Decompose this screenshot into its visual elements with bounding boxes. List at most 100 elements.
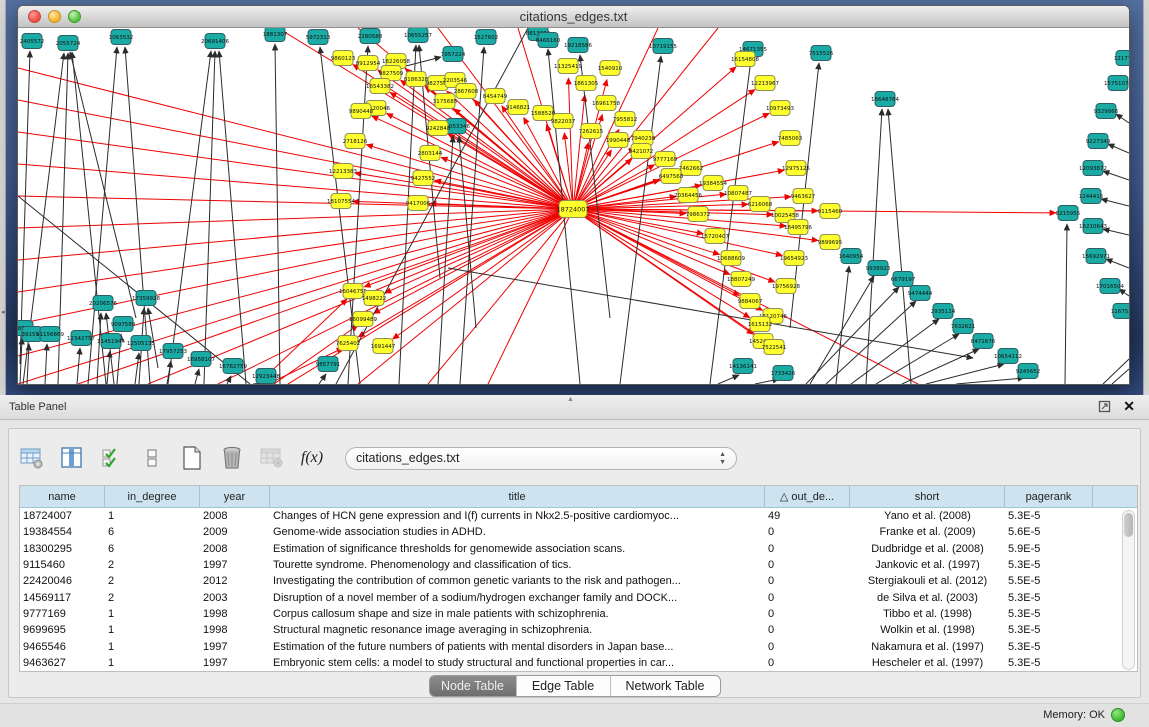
graph-node[interactable]: 12213967: [751, 76, 779, 91]
unselect-rows-icon[interactable]: [139, 445, 165, 471]
graph-edge[interactable]: [319, 374, 326, 384]
graph-node[interactable]: 1615132: [748, 317, 773, 332]
show-columns-icon[interactable]: [59, 445, 85, 471]
graph-edge[interactable]: [1116, 114, 1129, 123]
graph-node[interactable]: 16543382: [366, 79, 394, 94]
tab-edge-table[interactable]: Edge Table: [516, 675, 611, 697]
graph-node[interactable]: 9242848: [426, 121, 451, 136]
graph-node[interactable]: 19756928: [772, 279, 800, 294]
graph-node[interactable]: 19218586: [564, 38, 592, 53]
table-row[interactable]: 977716911998Corpus callosum shape and si…: [20, 606, 1137, 622]
table-row[interactable]: 1872400712008Changes of HCN gene express…: [20, 508, 1137, 524]
graph-node[interactable]: 2055724: [56, 36, 81, 51]
graph-node[interactable]: 1244415: [1079, 189, 1104, 204]
graph-node[interactable]: 5972313: [306, 30, 331, 45]
graph-node[interactable]: 9777169: [653, 152, 678, 167]
graph-node[interactable]: 15751074: [1104, 76, 1129, 91]
graph-node[interactable]: 9822037: [551, 114, 576, 129]
graph-edge[interactable]: [1106, 259, 1129, 268]
graph-node[interactable]: 12213383: [329, 164, 357, 179]
node-table[interactable]: namein_degreeyeartitle△ out_de...shortpa…: [19, 485, 1138, 672]
graph-edge[interactable]: [45, 344, 47, 384]
table-row[interactable]: 946362711997Embryonic stem cells: a mode…: [20, 655, 1137, 671]
graph-node[interactable]: 6216068: [748, 197, 773, 212]
graph-node[interactable]: 16154808: [731, 52, 759, 67]
function-builder-icon[interactable]: f(x): [299, 445, 325, 471]
graph-edge[interactable]: [902, 349, 979, 384]
graph-edge[interactable]: [406, 57, 441, 66]
new-table-icon[interactable]: [179, 445, 205, 471]
graph-node[interactable]: 10688609: [717, 251, 745, 266]
graph-node[interactable]: 6679197: [891, 272, 916, 287]
graph-node[interactable]: 18495796: [784, 220, 812, 235]
graph-node[interactable]: 19384554: [699, 176, 727, 191]
graph-node[interactable]: 20691406: [201, 34, 229, 49]
graph-node[interactable]: 1063532: [109, 30, 134, 45]
graph-node[interactable]: 9115460: [818, 204, 843, 219]
graph-node[interactable]: 9227349: [1086, 134, 1111, 149]
graph-node[interactable]: 8215955: [1056, 206, 1081, 221]
graph-node[interactable]: 1691447: [371, 339, 396, 354]
graph-edge[interactable]: [1065, 224, 1067, 384]
graph-node[interactable]: 18107554: [327, 194, 355, 209]
graph-node[interactable]: 1527602: [474, 30, 499, 45]
graph-node[interactable]: 1540910: [598, 61, 623, 76]
graph-node[interactable]: 10973493: [766, 101, 794, 116]
graph-node[interactable]: 9474444: [908, 286, 933, 301]
graph-edge[interactable]: [20, 51, 30, 364]
graph-node[interactable]: 9097588: [111, 317, 136, 332]
graph-node[interactable]: 9857791: [316, 357, 341, 372]
table-row[interactable]: 2242004622012Investigating the contribut…: [20, 573, 1137, 589]
graph-edge[interactable]: [580, 55, 610, 318]
graph-node[interactable]: 11325419: [554, 59, 582, 74]
delete-table-icon[interactable]: [219, 445, 245, 471]
graph-node[interactable]: 14136141: [729, 359, 757, 374]
float-panel-icon[interactable]: [1098, 400, 1111, 413]
graph-node[interactable]: 7986372: [686, 207, 711, 222]
collapse-arrow-icon[interactable]: ◂: [1, 308, 5, 316]
window-titlebar[interactable]: citations_edges.txt: [18, 6, 1129, 28]
graph-node[interactable]: 15720407: [701, 229, 729, 244]
graph-node[interactable]: 12505135: [127, 336, 155, 351]
graph-node[interactable]: 12975125: [782, 161, 810, 176]
graph-node[interactable]: 9884067: [738, 294, 763, 309]
graph-node[interactable]: 1861305: [574, 76, 599, 91]
graph-edge[interactable]: [275, 44, 280, 384]
graph-edge[interactable]: [97, 313, 101, 384]
graph-node[interactable]: 12923448: [252, 369, 280, 384]
graph-node[interactable]: 9245652: [1016, 364, 1041, 379]
graph-node[interactable]: 10655257: [404, 28, 432, 43]
graph-node[interactable]: 1498222: [362, 291, 387, 306]
select-all-rows-icon[interactable]: [99, 445, 125, 471]
close-panel-icon[interactable]: ✕: [1123, 398, 1135, 415]
graph-node[interactable]: 6497568: [659, 169, 684, 184]
graph-node[interactable]: 16958107: [187, 352, 215, 367]
graph-node[interactable]: 2405572: [20, 34, 45, 49]
table-row[interactable]: 1830029562008Estimation of significance …: [20, 541, 1137, 557]
column-header-1[interactable]: in_degree: [105, 486, 200, 508]
graph-node[interactable]: 17957253: [159, 344, 187, 359]
graph-edge[interactable]: [320, 47, 360, 384]
column-header-0[interactable]: name: [20, 486, 105, 508]
graph-edge[interactable]: [125, 47, 150, 384]
graph-node[interactable]: 2718126: [343, 134, 368, 149]
graph-node[interactable]: 11451944: [97, 334, 125, 349]
graph-node[interactable]: 9463627: [791, 189, 816, 204]
graph-node[interactable]: 12342757: [67, 331, 95, 346]
graph-edge[interactable]: [1108, 144, 1129, 153]
graph-node[interactable]: 8466160: [536, 33, 561, 48]
graph-node[interactable]: 1640954: [839, 249, 864, 264]
graph-node[interactable]: 17016504: [1096, 279, 1124, 294]
graph-node[interactable]: 8454749: [483, 89, 508, 104]
graph-node[interactable]: 17359928: [132, 291, 160, 306]
graph-edge[interactable]: [1112, 369, 1129, 384]
graph-edge[interactable]: [851, 319, 939, 384]
graph-node[interactable]: 7625402: [336, 336, 361, 351]
graph-node[interactable]: 2935114: [931, 304, 956, 319]
graph-hub-node[interactable]: 18724007: [556, 201, 589, 218]
graph-node[interactable]: 1217743: [1114, 51, 1129, 66]
graph-edge[interactable]: [358, 209, 573, 384]
graph-node[interactable]: 12093872: [1079, 161, 1107, 176]
graph-edge[interactable]: [718, 375, 739, 384]
table-row[interactable]: 969969511998Structural magnetic resonanc…: [20, 622, 1137, 638]
